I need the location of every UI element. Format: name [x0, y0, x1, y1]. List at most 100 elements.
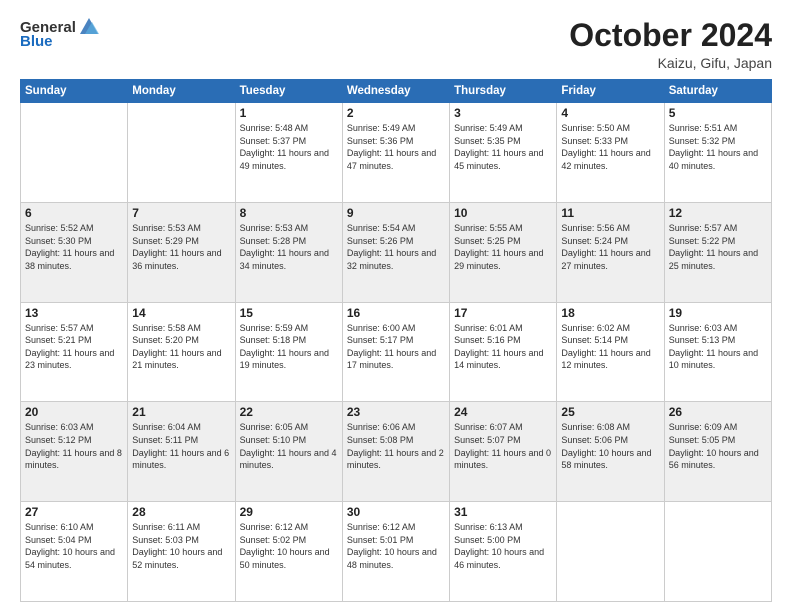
calendar-day-cell: 5 Sunrise: 5:51 AM Sunset: 5:32 PM Daylig… [664, 103, 771, 203]
calendar-day-cell: 11Sunrise: 5:56 AM Sunset: 5:24 PM Dayli… [557, 202, 664, 302]
calendar-day-cell: 1 Sunrise: 5:48 AM Sunset: 5:37 PM Daylig… [235, 103, 342, 203]
weekday-header-cell: Monday [128, 80, 235, 103]
calendar-day-cell: 20 Sunrise: 6:03 AM Sunset: 5:12 PM Dayli… [21, 402, 128, 502]
day-info: Sunrise: 5:57 AM Sunset: 5:22 PM Dayligh… [669, 222, 767, 272]
weekday-header-cell: Sunday [21, 80, 128, 103]
day-number: 19 [669, 306, 767, 320]
day-info: Sunrise: 5:53 AM Sunset: 5:29 PM Dayligh… [132, 222, 230, 272]
day-info: Sunrise: 6:11 AM Sunset: 5:03 PM Dayligh… [132, 521, 230, 571]
day-info: Sunrise: 5:55 AM Sunset: 5:25 PM Dayligh… [454, 222, 552, 272]
weekday-header-cell: Friday [557, 80, 664, 103]
day-number: 1 [240, 106, 338, 120]
calendar-day-cell: 12 Sunrise: 5:57 AM Sunset: 5:22 PM Dayli… [664, 202, 771, 302]
day-number: 2 [347, 106, 445, 120]
day-info: Sunrise: 5:56 AM Sunset: 5:24 PM Dayligh… [561, 222, 659, 272]
day-number: 18 [561, 306, 659, 320]
calendar-table: SundayMondayTuesdayWednesdayThursdayFrid… [20, 79, 772, 602]
title-block: October 2024 Kaizu, Gifu, Japan [569, 18, 772, 71]
day-number: 8 [240, 206, 338, 220]
calendar-day-cell: 14Sunrise: 5:58 AM Sunset: 5:20 PM Dayli… [128, 302, 235, 402]
logo: General Blue [20, 18, 100, 51]
day-number: 26 [669, 405, 767, 419]
day-info: Sunrise: 6:06 AM Sunset: 5:08 PM Dayligh… [347, 421, 445, 471]
day-number: 22 [240, 405, 338, 419]
calendar-day-cell [21, 103, 128, 203]
calendar-day-cell: 27Sunrise: 6:10 AM Sunset: 5:04 PM Dayli… [21, 502, 128, 602]
weekday-header-cell: Tuesday [235, 80, 342, 103]
day-info: Sunrise: 5:57 AM Sunset: 5:21 PM Dayligh… [25, 322, 123, 372]
calendar-day-cell: 15 Sunrise: 5:59 AM Sunset: 5:18 PM Dayli… [235, 302, 342, 402]
day-number: 4 [561, 106, 659, 120]
logo-icon [78, 16, 100, 38]
calendar-day-cell: 10 Sunrise: 5:55 AM Sunset: 5:25 PM Dayli… [450, 202, 557, 302]
calendar-day-cell: 17Sunrise: 6:01 AM Sunset: 5:16 PM Dayli… [450, 302, 557, 402]
day-info: Sunrise: 5:49 AM Sunset: 5:36 PM Dayligh… [347, 122, 445, 172]
day-info: Sunrise: 6:05 AM Sunset: 5:10 PM Dayligh… [240, 421, 338, 471]
day-number: 30 [347, 505, 445, 519]
weekday-header-row: SundayMondayTuesdayWednesdayThursdayFrid… [21, 80, 772, 103]
calendar-day-cell: 31Sunrise: 6:13 AM Sunset: 5:00 PM Dayli… [450, 502, 557, 602]
calendar-day-cell [664, 502, 771, 602]
calendar-week-row: 6 Sunrise: 5:52 AM Sunset: 5:30 PM Daylig… [21, 202, 772, 302]
day-info: Sunrise: 6:03 AM Sunset: 5:13 PM Dayligh… [669, 322, 767, 372]
day-info: Sunrise: 6:08 AM Sunset: 5:06 PM Dayligh… [561, 421, 659, 471]
day-info: Sunrise: 5:54 AM Sunset: 5:26 PM Dayligh… [347, 222, 445, 272]
logo-blue-text: Blue [20, 34, 53, 51]
calendar-day-cell: 9 Sunrise: 5:54 AM Sunset: 5:26 PM Daylig… [342, 202, 449, 302]
day-info: Sunrise: 6:10 AM Sunset: 5:04 PM Dayligh… [25, 521, 123, 571]
weekday-header-cell: Thursday [450, 80, 557, 103]
day-number: 28 [132, 505, 230, 519]
day-info: Sunrise: 6:09 AM Sunset: 5:05 PM Dayligh… [669, 421, 767, 471]
calendar-week-row: 20 Sunrise: 6:03 AM Sunset: 5:12 PM Dayli… [21, 402, 772, 502]
calendar-day-cell: 22 Sunrise: 6:05 AM Sunset: 5:10 PM Dayli… [235, 402, 342, 502]
day-number: 7 [132, 206, 230, 220]
calendar-body: 1 Sunrise: 5:48 AM Sunset: 5:37 PM Daylig… [21, 103, 772, 602]
calendar-day-cell: 13 Sunrise: 5:57 AM Sunset: 5:21 PM Dayli… [21, 302, 128, 402]
day-number: 9 [347, 206, 445, 220]
day-info: Sunrise: 5:48 AM Sunset: 5:37 PM Dayligh… [240, 122, 338, 172]
day-info: Sunrise: 6:00 AM Sunset: 5:17 PM Dayligh… [347, 322, 445, 372]
calendar-week-row: 13 Sunrise: 5:57 AM Sunset: 5:21 PM Dayli… [21, 302, 772, 402]
day-number: 24 [454, 405, 552, 419]
calendar-day-cell: 29 Sunrise: 6:12 AM Sunset: 5:02 PM Dayli… [235, 502, 342, 602]
day-number: 15 [240, 306, 338, 320]
calendar-day-cell: 18Sunrise: 6:02 AM Sunset: 5:14 PM Dayli… [557, 302, 664, 402]
day-info: Sunrise: 6:01 AM Sunset: 5:16 PM Dayligh… [454, 322, 552, 372]
day-number: 31 [454, 505, 552, 519]
calendar-day-cell: 26 Sunrise: 6:09 AM Sunset: 5:05 PM Dayli… [664, 402, 771, 502]
day-info: Sunrise: 5:59 AM Sunset: 5:18 PM Dayligh… [240, 322, 338, 372]
day-number: 23 [347, 405, 445, 419]
header: General Blue October 2024 Kaizu, Gifu, J… [20, 18, 772, 71]
day-number: 10 [454, 206, 552, 220]
calendar-day-cell: 6 Sunrise: 5:52 AM Sunset: 5:30 PM Daylig… [21, 202, 128, 302]
weekday-header-cell: Wednesday [342, 80, 449, 103]
calendar-day-cell [557, 502, 664, 602]
day-info: Sunrise: 6:12 AM Sunset: 5:02 PM Dayligh… [240, 521, 338, 571]
location: Kaizu, Gifu, Japan [569, 55, 772, 71]
calendar-day-cell: 25Sunrise: 6:08 AM Sunset: 5:06 PM Dayli… [557, 402, 664, 502]
calendar-week-row: 1 Sunrise: 5:48 AM Sunset: 5:37 PM Daylig… [21, 103, 772, 203]
day-number: 13 [25, 306, 123, 320]
calendar-day-cell: 8Sunrise: 5:53 AM Sunset: 5:28 PM Daylig… [235, 202, 342, 302]
calendar-day-cell: 7 Sunrise: 5:53 AM Sunset: 5:29 PM Daylig… [128, 202, 235, 302]
day-number: 16 [347, 306, 445, 320]
day-number: 20 [25, 405, 123, 419]
day-number: 21 [132, 405, 230, 419]
calendar-day-cell: 19 Sunrise: 6:03 AM Sunset: 5:13 PM Dayli… [664, 302, 771, 402]
calendar-day-cell: 2 Sunrise: 5:49 AM Sunset: 5:36 PM Daylig… [342, 103, 449, 203]
calendar-day-cell: 28 Sunrise: 6:11 AM Sunset: 5:03 PM Dayli… [128, 502, 235, 602]
day-number: 14 [132, 306, 230, 320]
day-number: 5 [669, 106, 767, 120]
day-number: 29 [240, 505, 338, 519]
day-info: Sunrise: 5:50 AM Sunset: 5:33 PM Dayligh… [561, 122, 659, 172]
day-info: Sunrise: 6:12 AM Sunset: 5:01 PM Dayligh… [347, 521, 445, 571]
day-number: 12 [669, 206, 767, 220]
month-title: October 2024 [569, 18, 772, 53]
day-info: Sunrise: 6:03 AM Sunset: 5:12 PM Dayligh… [25, 421, 123, 471]
day-info: Sunrise: 6:04 AM Sunset: 5:11 PM Dayligh… [132, 421, 230, 471]
day-info: Sunrise: 5:52 AM Sunset: 5:30 PM Dayligh… [25, 222, 123, 272]
day-info: Sunrise: 5:51 AM Sunset: 5:32 PM Dayligh… [669, 122, 767, 172]
day-number: 3 [454, 106, 552, 120]
page: General Blue October 2024 Kaizu, Gifu, J… [0, 0, 792, 612]
day-number: 6 [25, 206, 123, 220]
